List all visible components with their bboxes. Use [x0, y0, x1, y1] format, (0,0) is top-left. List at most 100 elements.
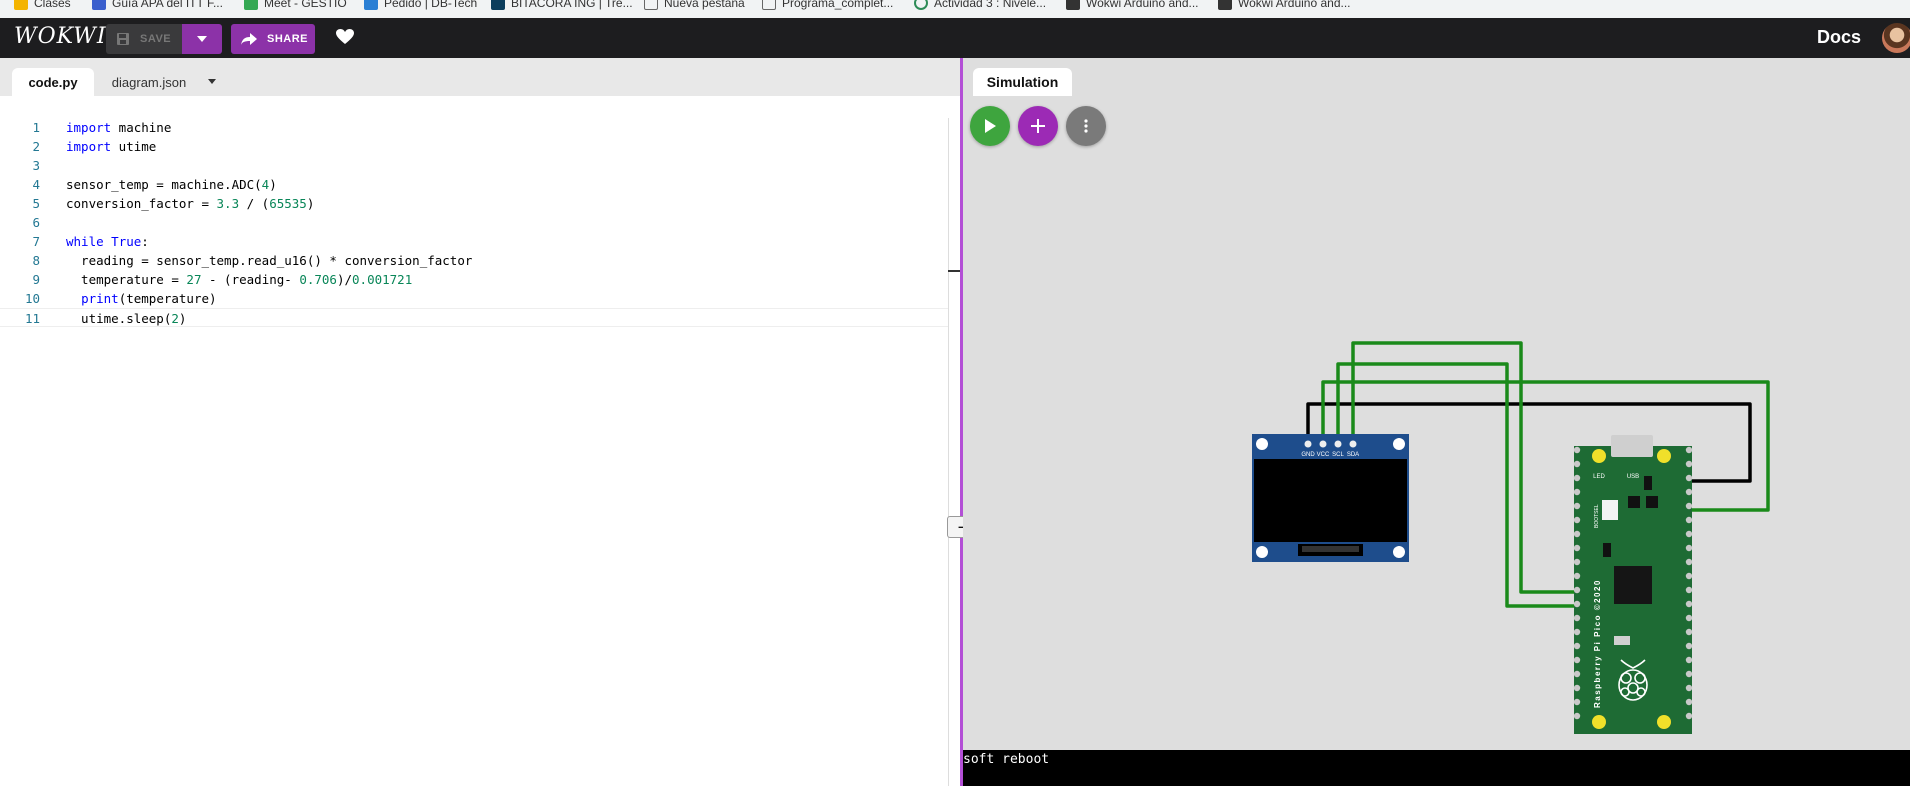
pico-pin[interactable]: [1685, 712, 1693, 720]
bookmark-item[interactable]: Clases: [14, 0, 71, 12]
pico-pin[interactable]: [1685, 642, 1693, 650]
wokwi-logo[interactable]: WOKWI: [14, 24, 107, 49]
oled-display[interactable]: GND VCC SCL SDA: [1252, 434, 1409, 562]
pico-pin[interactable]: [1573, 474, 1581, 482]
line-number: 5: [32, 196, 40, 211]
bookmark-item[interactable]: BITACORA ING | Tre...: [491, 0, 633, 12]
pico-pin[interactable]: [1685, 488, 1693, 496]
pico-pin[interactable]: [1685, 670, 1693, 678]
pin-label-vcc: VCC: [1317, 452, 1330, 458]
pico-pin[interactable]: [1685, 628, 1693, 636]
line-text: import utime: [66, 139, 157, 154]
pin-label-sda: SDA: [1347, 452, 1359, 458]
line-text: utime.sleep(2): [66, 311, 187, 326]
code-line[interactable]: 8 reading = sensor_temp.read_u16() * con…: [0, 251, 950, 270]
code-line[interactable]: 7 while True:: [0, 232, 950, 251]
pico-pin[interactable]: [1573, 544, 1581, 552]
line-text: conversion_factor = 3.3 / (65535): [66, 196, 315, 211]
pico-pin[interactable]: [1573, 684, 1581, 692]
tab-diagram-json[interactable]: diagram.json: [100, 68, 198, 96]
bookmark-item[interactable]: Meet - GESTIO: [244, 0, 347, 12]
pico-pin[interactable]: [1573, 488, 1581, 496]
avatar[interactable]: [1882, 23, 1910, 53]
pico-pin[interactable]: [1573, 516, 1581, 524]
save-button[interactable]: SAVE: [106, 24, 182, 54]
code-line[interactable]: 6: [0, 213, 950, 232]
save-label: SAVE: [140, 33, 172, 45]
pico-pin[interactable]: [1573, 530, 1581, 538]
pico-pin[interactable]: [1573, 628, 1581, 636]
line-number: 8: [32, 253, 40, 268]
pico-pin[interactable]: [1685, 516, 1693, 524]
pico-pin[interactable]: [1685, 460, 1693, 468]
console-output: soft reboot: [963, 752, 1050, 767]
bookmark-icon: [92, 0, 106, 10]
pico-pin[interactable]: [1573, 446, 1581, 454]
board-name-label: Raspberry Pi Pico ©2020: [1593, 579, 1602, 708]
chevron-down-icon[interactable]: [208, 79, 216, 84]
pico-pin[interactable]: [1685, 446, 1693, 454]
pico-pin[interactable]: [1573, 656, 1581, 664]
chevron-down-icon: [197, 36, 207, 42]
bookmark-item[interactable]: Pedido | DB-Tech: [364, 0, 477, 12]
code-line[interactable]: 3: [0, 156, 950, 175]
bootsel-button[interactable]: [1602, 500, 1618, 520]
pico-pin[interactable]: [1685, 572, 1693, 580]
code-line[interactable]: 4 sensor_temp = machine.ADC(4): [0, 175, 950, 194]
pico-pin[interactable]: [1573, 572, 1581, 580]
save-dropdown-button[interactable]: [182, 24, 222, 54]
pico-pin[interactable]: [1573, 460, 1581, 468]
oled-screen: [1254, 459, 1407, 542]
docs-link[interactable]: Docs: [1817, 27, 1861, 48]
pico-pin[interactable]: [1685, 600, 1693, 608]
pico-pin[interactable]: [1685, 502, 1693, 510]
tab-code-py[interactable]: code.py: [12, 68, 94, 96]
pico-pin[interactable]: [1685, 614, 1693, 622]
pin-label-scl: SCL: [1332, 452, 1344, 458]
bookmark-item[interactable]: Actividad 3 : Nivele...: [914, 0, 1046, 12]
code-line[interactable]: 5 conversion_factor = 3.3 / (65535): [0, 194, 950, 213]
bookmark-item[interactable]: Wokwi Arduino and...: [1218, 0, 1351, 12]
pico-pin[interactable]: [1573, 698, 1581, 706]
pico-pin[interactable]: [1573, 614, 1581, 622]
line-number: 4: [32, 177, 40, 192]
bootsel-label: BOOTSEL: [1594, 504, 1600, 528]
line-number: 9: [32, 272, 40, 287]
pico-pin[interactable]: [1685, 684, 1693, 692]
code-line[interactable]: 2 import utime: [0, 137, 950, 156]
bookmark-item[interactable]: Wokwi Arduino and...: [1066, 0, 1199, 12]
pico-pin[interactable]: [1685, 656, 1693, 664]
pico-pin[interactable]: [1685, 544, 1693, 552]
pico-pin[interactable]: [1573, 642, 1581, 650]
pico-pin[interactable]: [1685, 474, 1693, 482]
code-line[interactable]: 11 utime.sleep(2): [0, 308, 950, 327]
code-line[interactable]: 1 import machine: [0, 118, 950, 137]
bookmark-item[interactable]: Programa_complet...: [762, 0, 893, 12]
scroll-position-marker: [948, 270, 960, 272]
pico-pin[interactable]: [1573, 586, 1581, 594]
share-button[interactable]: SHARE: [231, 24, 315, 54]
usb-label: USB: [1627, 474, 1639, 480]
editor-scrollbar[interactable]: [948, 118, 960, 786]
pico-pin[interactable]: [1573, 558, 1581, 566]
bookmark-item[interactable]: Nueva pestaña: [644, 0, 745, 12]
heart-icon[interactable]: [336, 29, 354, 45]
code-line[interactable]: 9 temperature = 27 - (reading- 0.706)/0.…: [0, 270, 950, 289]
line-text: sensor_temp = machine.ADC(4): [66, 177, 277, 192]
pico-pin[interactable]: [1685, 698, 1693, 706]
pico-pin[interactable]: [1573, 670, 1581, 678]
bookmark-item[interactable]: Guía APA del ITT F...: [92, 0, 223, 12]
pico-pin[interactable]: [1573, 712, 1581, 720]
pico-pin[interactable]: [1685, 530, 1693, 538]
pico-pin[interactable]: [1573, 600, 1581, 608]
raspberry-pi-pico-board[interactable]: USB LED BOOTSEL Raspberry Pi Pico ©2020: [1573, 435, 1693, 734]
editor-tabs: code.py diagram.json: [0, 58, 960, 96]
code-line[interactable]: 10 print(temperature): [0, 289, 950, 308]
code-area[interactable]: 1 import machine 2 import utime 3 4 sensor_tem…: [0, 118, 950, 327]
serial-monitor[interactable]: soft reboot: [963, 750, 1910, 786]
pico-pin[interactable]: [1685, 558, 1693, 566]
activity-icon: [914, 0, 928, 10]
pico-pin[interactable]: [1685, 586, 1693, 594]
pico-pin[interactable]: [1573, 502, 1581, 510]
wokwi-icon: [1066, 0, 1080, 10]
